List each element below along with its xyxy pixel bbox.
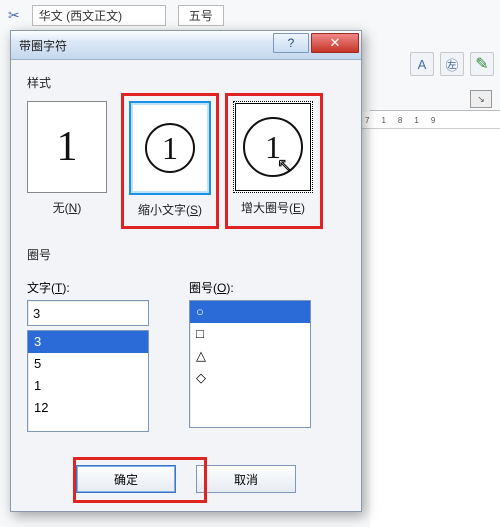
text-input[interactable] — [27, 300, 149, 326]
horizontal-ruler: 7 1 8 1 9 — [361, 112, 500, 129]
list-item[interactable]: ◇ — [190, 367, 310, 389]
style-enlarge-option[interactable]: 1 ↖ — [233, 101, 313, 193]
list-item[interactable]: △ — [190, 345, 310, 367]
list-item[interactable]: 5 — [28, 353, 148, 375]
ruler-mark: 1 — [414, 116, 418, 125]
ok-button[interactable]: 确定 — [76, 465, 176, 493]
enclosed-char-icon[interactable]: ㊧ — [440, 52, 464, 76]
help-button[interactable]: ? — [273, 33, 309, 53]
ruler-mark: 9 — [431, 116, 435, 125]
dialog-body: 样式 1 无(N) 1 缩小文字(S) — [11, 60, 361, 511]
ruler-mark: 8 — [398, 116, 402, 125]
cut-icon[interactable]: ✂ — [8, 7, 20, 24]
text-listbox[interactable]: 3 5 1 12 — [27, 330, 149, 432]
dialog-launcher-icon[interactable]: ↘ — [470, 90, 492, 108]
style-options: 1 无(N) 1 缩小文字(S) 1 ↖ — [27, 101, 345, 218]
ribbon-fragment: ✂ 华文 (西文正文) 五号 — [8, 2, 224, 28]
style-none-option[interactable]: 1 — [27, 101, 107, 193]
dialog-title: 带圈字符 — [19, 37, 67, 54]
close-button[interactable]: ✕ — [311, 33, 359, 53]
enclosure-section-label: 圈号 — [27, 246, 345, 263]
ring-listbox[interactable]: ○ □ △ ◇ — [189, 300, 311, 428]
ok-label: 确定 — [114, 471, 138, 488]
cancel-label: 取消 — [234, 471, 258, 488]
ring-field-label: 圈号(O): — [189, 279, 311, 296]
style-section-label: 样式 — [27, 74, 345, 91]
style-a-icon[interactable]: A — [410, 52, 434, 76]
font-size-select[interactable]: 五号 — [178, 5, 224, 26]
list-item[interactable]: ○ — [190, 301, 310, 323]
style-shrink-option[interactable]: 1 — [129, 101, 211, 195]
cancel-button[interactable]: 取消 — [196, 465, 296, 493]
style-none-glyph: 1 — [57, 123, 78, 171]
list-item[interactable]: 12 — [28, 397, 148, 419]
circled-glyph: 1 — [243, 117, 303, 177]
circled-glyph: 1 — [145, 123, 195, 173]
style-none-label: 无(N) — [53, 199, 82, 216]
list-item[interactable]: 1 — [28, 375, 148, 397]
text-field-label: 文字(T): — [27, 279, 149, 296]
ruler-mark: 7 — [365, 116, 369, 125]
enclose-char-dialog: 带圈字符 ? ✕ 样式 1 无(N) 1 缩小文字(S) — [10, 30, 362, 512]
style-enlarge-label: 增大圈号(E) — [241, 199, 305, 216]
enclosure-row: 文字(T): 3 5 1 12 圈号(O): ○ □ △ ◇ — [27, 279, 345, 432]
ruler-mark: 1 — [381, 116, 385, 125]
style-shrink-label: 缩小文字(S) — [138, 201, 202, 218]
list-item[interactable]: 3 — [28, 331, 148, 353]
font-family-select[interactable]: 华文 (西文正文) — [32, 5, 166, 26]
brush-icon[interactable]: ✎ — [470, 52, 494, 76]
document-area — [370, 110, 500, 527]
dialog-buttons: 确定 取消 — [27, 451, 345, 503]
dialog-titlebar[interactable]: 带圈字符 ? ✕ — [11, 31, 361, 60]
list-item[interactable]: □ — [190, 323, 310, 345]
style-toolbar: A ㊧ ✎ — [410, 52, 494, 76]
